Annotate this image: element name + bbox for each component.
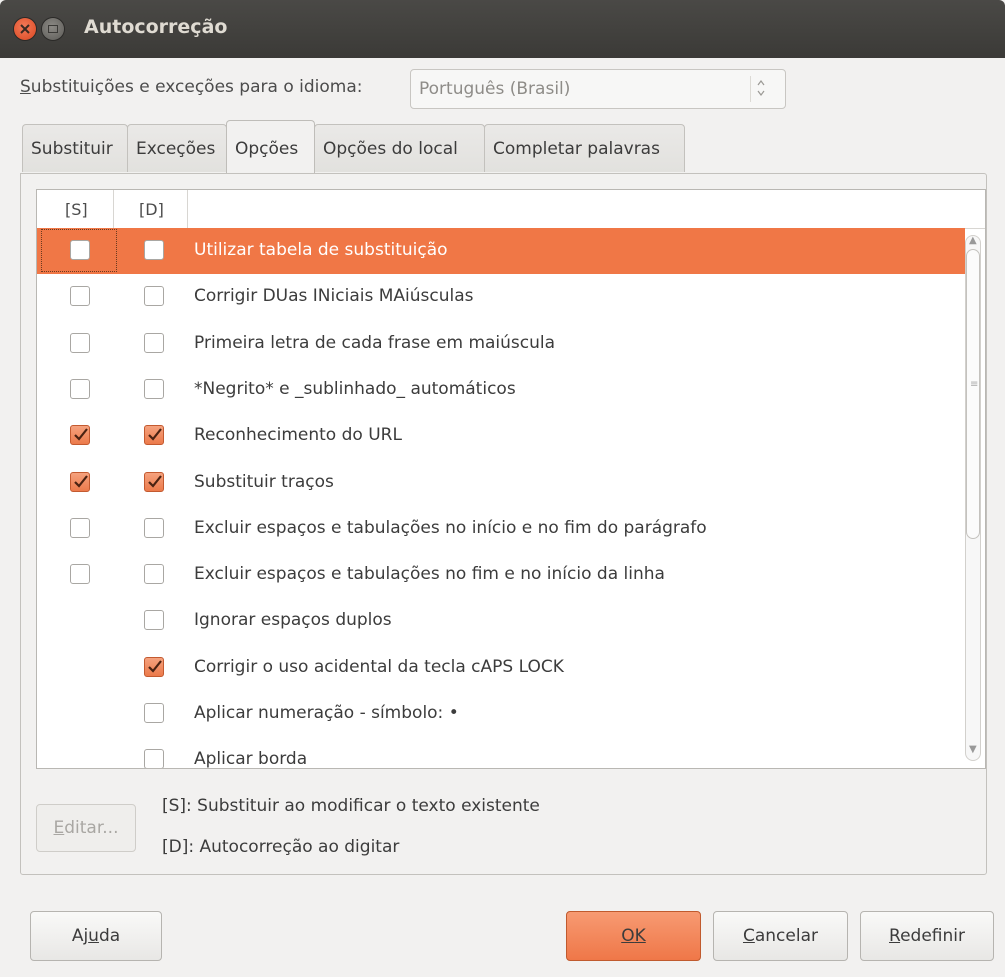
title-bar: Autocorreção — [0, 0, 1005, 58]
list-item-label: Reconhecimento do URL — [194, 425, 402, 446]
list-item-label: Corrigir o uso acidental da tecla cAPS L… — [194, 656, 564, 677]
list-item-label: Excluir espaços e tabulações no fim e no… — [194, 564, 665, 585]
list-item[interactable]: Reconhecimento do URL — [37, 413, 965, 459]
list-item[interactable]: Primeira letra de cada frase em maiúscul… — [37, 321, 965, 367]
list-item-label: Aplicar numeração - símbolo: • — [194, 703, 459, 723]
minimize-icon[interactable] — [42, 18, 64, 40]
grip-icon: ≡ — [970, 379, 979, 390]
checkbox-s[interactable] — [70, 425, 90, 446]
cancel-button[interactable]: Cancelar — [713, 911, 848, 961]
list-rows: Utilizar tabela de substituição Corrigir … — [37, 228, 965, 768]
checkbox-d[interactable] — [144, 749, 164, 768]
checkbox-s[interactable] — [70, 517, 90, 538]
checkbox-d[interactable] — [144, 286, 164, 307]
close-icon[interactable] — [14, 18, 36, 40]
list-item[interactable]: Utilizar tabela de substituição — [37, 228, 965, 274]
list-item[interactable]: Ignorar espaços duplos — [37, 598, 965, 644]
tab-excecoes[interactable]: Exceções — [127, 124, 227, 172]
help-button[interactable]: Ajuda — [30, 911, 162, 961]
edit-button[interactable]: Editar... — [36, 804, 136, 852]
checkbox-d[interactable] — [144, 425, 164, 446]
list-item-label: *Negrito* e _sublinhado_ automáticos — [194, 378, 516, 399]
checkbox-d[interactable] — [144, 703, 164, 723]
options-list[interactable]: [S] [D] Utilizar tabela de substituição C… — [36, 189, 986, 769]
checkbox-d[interactable] — [144, 656, 164, 677]
list-item[interactable]: Excluir espaços e tabulações no início e… — [37, 506, 965, 552]
column-s-header[interactable]: [S] — [65, 200, 88, 219]
checkbox-s[interactable] — [70, 471, 90, 492]
checkbox-d[interactable] — [144, 378, 164, 399]
language-label: Substituições e exceções para o idioma: — [20, 77, 363, 97]
list-item[interactable]: Corrigir o uso acidental da tecla cAPS L… — [37, 645, 965, 691]
list-item-label: Primeira letra de cada frase em maiúscul… — [194, 332, 556, 353]
window-title: Autocorreção — [84, 16, 228, 38]
checkbox-d[interactable] — [144, 610, 164, 631]
list-item[interactable]: Aplicar numeração - símbolo: • — [37, 691, 965, 737]
checkbox-d[interactable] — [144, 240, 164, 260]
spinner-icon[interactable] — [750, 76, 771, 102]
language-value: Português (Brasil) — [419, 79, 571, 99]
list-item-label: Aplicar borda — [194, 749, 308, 768]
checkbox-d[interactable] — [144, 564, 164, 585]
legend-d: [D]: Autocorreção ao digitar — [162, 837, 400, 857]
checkbox-d[interactable] — [144, 517, 164, 538]
checkbox-s[interactable] — [70, 332, 90, 353]
language-select[interactable]: Português (Brasil) — [410, 69, 786, 109]
tab-substituir[interactable]: Substituir — [22, 124, 128, 172]
checkbox-d[interactable] — [144, 471, 164, 492]
list-item[interactable]: Excluir espaços e tabulações no fim e no… — [37, 552, 965, 598]
legend-s: [S]: Substituir ao modificar o texto exi… — [162, 796, 540, 816]
checkbox-s[interactable] — [70, 378, 90, 399]
list-item-label: Utilizar tabela de substituição — [194, 240, 448, 260]
list-item[interactable]: Substituir traços — [37, 460, 965, 506]
checkbox-d[interactable] — [144, 332, 164, 353]
checkbox-s[interactable] — [70, 564, 90, 585]
list-item-label: Substituir traços — [194, 471, 334, 492]
list-item-label: Ignorar espaços duplos — [194, 610, 392, 631]
list-item[interactable]: *Negrito* e _sublinhado_ automáticos — [37, 367, 965, 413]
tab-opcoes-do-local[interactable]: Opções do local — [314, 124, 485, 172]
column-d-header[interactable]: [D] — [139, 200, 164, 219]
ok-button[interactable]: OK — [566, 911, 701, 961]
scroll-up-icon[interactable]: ▲ — [969, 235, 977, 246]
list-item[interactable]: Corrigir DUas INiciais MAiúsculas — [37, 274, 965, 320]
list-item[interactable]: Aplicar borda — [37, 737, 965, 768]
checkbox-s[interactable] — [70, 286, 90, 307]
scroll-down-icon[interactable]: ▼ — [969, 744, 977, 755]
tab-opcoes[interactable]: Opções — [226, 120, 315, 173]
scroll-thumb[interactable] — [966, 249, 980, 539]
list-header: [S] [D] — [37, 190, 985, 229]
list-scrollbar[interactable]: ▲ ≡ ▼ — [964, 229, 984, 767]
list-item-label: Excluir espaços e tabulações no início e… — [194, 517, 707, 538]
list-item-label: Corrigir DUas INiciais MAiúsculas — [194, 286, 474, 307]
tab-completar-palavras[interactable]: Completar palavras — [484, 124, 685, 172]
checkbox-s[interactable] — [70, 240, 90, 260]
reset-button[interactable]: Redefinir — [860, 911, 994, 961]
